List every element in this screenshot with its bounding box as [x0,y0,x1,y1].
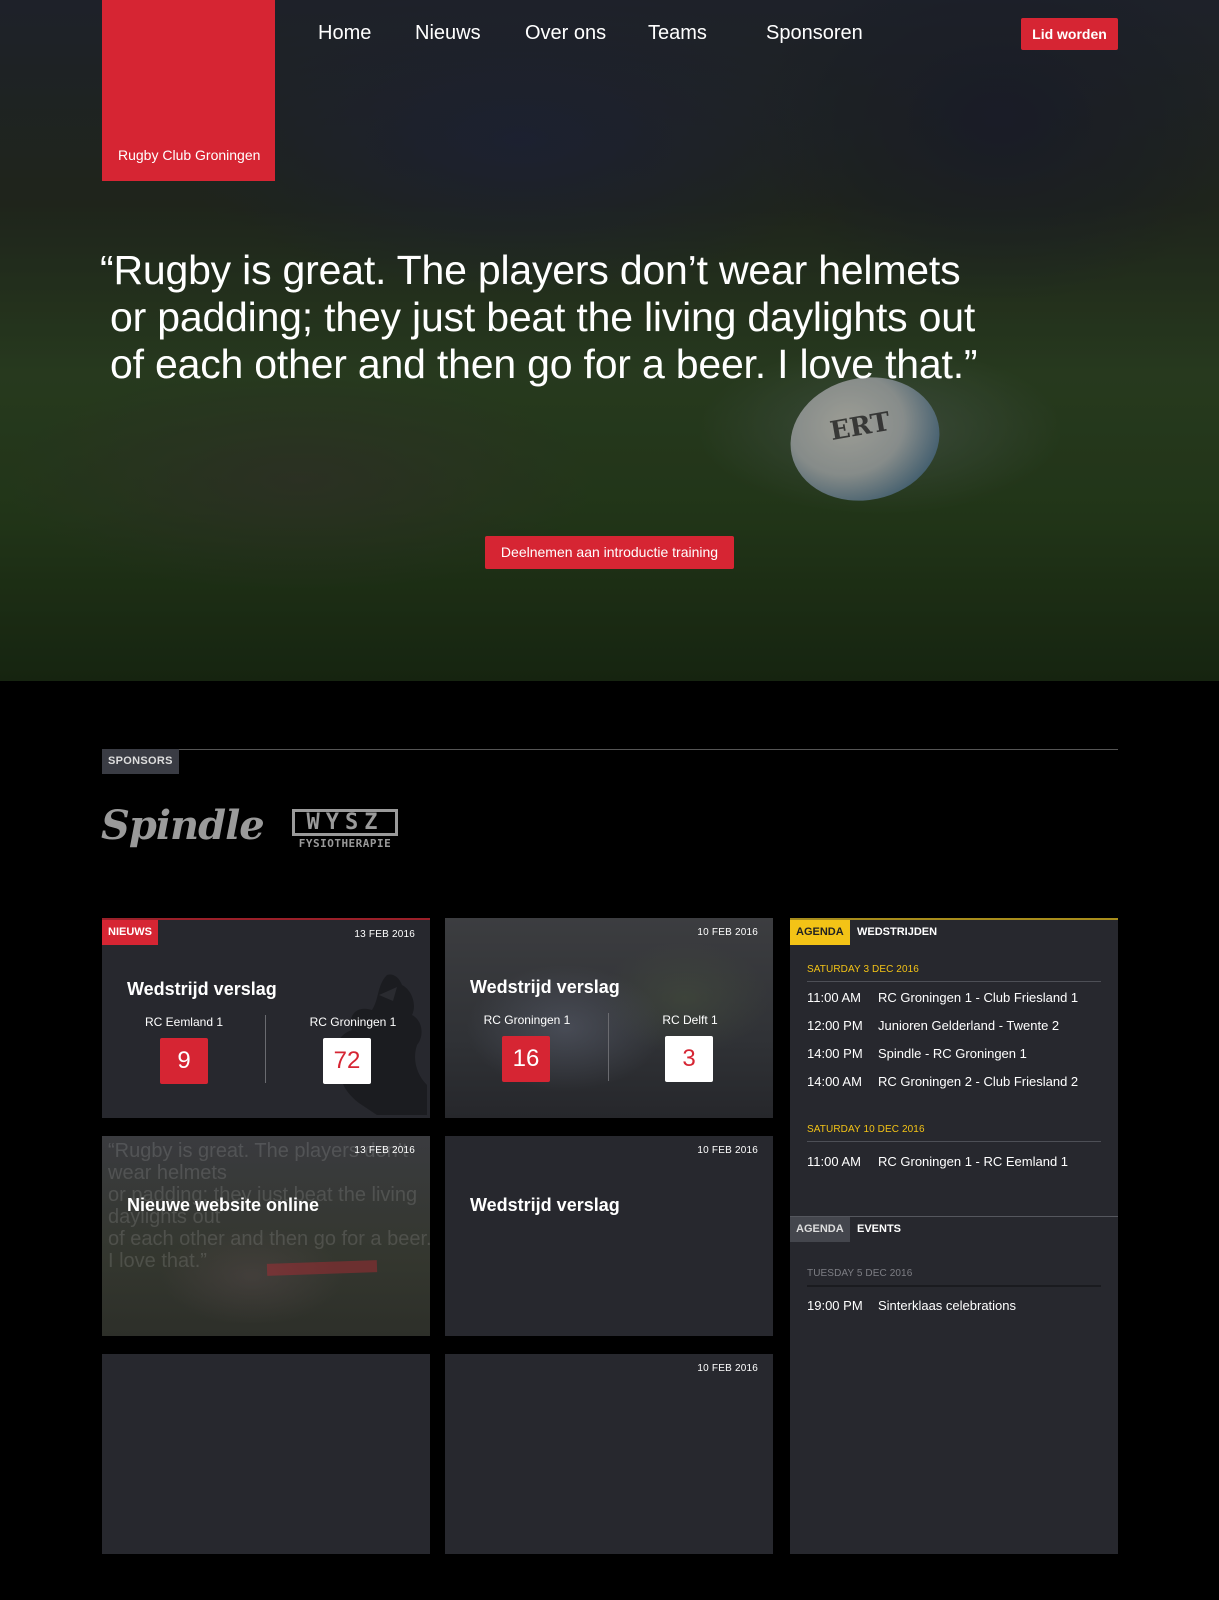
card-title: Nieuwe website online [127,1195,320,1215]
quote-line: of each other and then go for a beer. I … [110,341,978,387]
event-time: 11:00 AM [807,1154,861,1169]
away-score: 72 [323,1038,371,1084]
quote-line: “Rugby is great. The players don’t wear … [100,247,961,293]
tab-events[interactable]: EVENTS [851,1217,907,1242]
card-date: 10 FEB 2016 [697,1363,758,1374]
ball-print: ERT [827,406,893,448]
agenda-tab-label[interactable]: AGENDA [790,1217,850,1242]
nav-sponsoren[interactable]: Sponsoren [766,22,863,45]
card-date: 10 FEB 2016 [697,927,758,938]
event-time: 11:00 AM [807,990,861,1005]
agenda-tab-label[interactable]: AGENDA [790,920,850,945]
home-score: 9 [160,1038,208,1084]
home-team: RC Eemland 1 [144,1015,224,1029]
agenda-day-rule [807,1285,1101,1287]
intro-training-button[interactable]: Deelnemen aan introductie training [485,536,734,569]
nav-home[interactable]: Home [318,22,371,45]
event-time: 12:00 PM [807,1018,863,1033]
event-title[interactable]: Junioren Gelderland - Twente 2 [878,1018,1059,1033]
card-title: Wedstrijd verslag [470,977,620,997]
away-team: RC Groningen 1 [309,1015,397,1029]
agenda-day-rule [807,1141,1101,1142]
event-title[interactable]: RC Groningen 1 - Club Friesland 1 [878,990,1078,1005]
nav-nieuws[interactable]: Nieuws [415,22,481,45]
score-divider [608,1013,609,1081]
event-time: 14:00 PM [807,1046,863,1061]
nav-over-ons[interactable]: Over ons [525,22,606,45]
news-card[interactable]: 10 FEB 2016 Wedstrijd verslag [445,1136,773,1336]
away-score: 3 [665,1036,713,1082]
news-card[interactable]: NIEUWS 13 FEB 2016 Wedstrijd verslag RC … [102,918,430,1118]
wysz-subtitle: FYSIOTHERAPIE [298,837,392,850]
news-card[interactable]: 10 FEB 2016 [445,1354,773,1554]
agenda-day: SATURDAY 3 DEC 2016 [807,964,919,975]
agenda-day: SATURDAY 10 DEC 2016 [807,1124,925,1135]
sponsor-logo-spindle[interactable]: Spindle [101,802,265,849]
join-button[interactable]: Lid worden [1021,18,1118,50]
hero-section: ERT Rugby Club Groningen Home Nieuws Ove… [0,0,1219,681]
agenda-day-rule [807,981,1101,982]
quote-line: or padding; they just beat the living da… [110,294,976,340]
card-date: 13 FEB 2016 [354,1145,415,1156]
home-team: RC Groningen 1 [483,1013,571,1027]
agenda-panel: AGENDA WEDSTRIJDEN SATURDAY 3 DEC 2016 1… [790,918,1118,1554]
wysz-wordmark: WYSZ [292,809,398,836]
news-card[interactable]: 10 FEB 2016 Wedstrijd verslag RC Groning… [445,918,773,1118]
home-score: 16 [502,1036,550,1082]
sponsors-divider [102,749,1118,750]
nav-teams[interactable]: Teams [648,22,707,45]
sponsor-logo-wysz[interactable]: WYSZ FYSIOTHERAPIE [292,809,398,851]
event-time: 14:00 AM [807,1074,862,1089]
news-card[interactable]: “Rugby is great. The players don’t wear … [102,1136,430,1336]
event-title[interactable]: RC Groningen 2 - Club Friesland 2 [878,1074,1078,1089]
card-date: 10 FEB 2016 [697,1145,758,1156]
agenda-day: TUESDAY 5 DEC 2016 [807,1268,913,1279]
card-title: Wedstrijd verslag [127,979,277,999]
news-tag: NIEUWS [102,920,158,945]
away-team: RC Delft 1 [662,1013,718,1027]
card-date: 13 FEB 2016 [354,929,415,940]
score-divider [265,1015,266,1083]
club-name: Rugby Club Groningen [118,147,261,163]
event-title[interactable]: Sinterklaas celebrations [878,1298,1016,1313]
sponsors-label: SPONSORS [102,749,179,774]
card-title: Wedstrijd verslag [470,1195,620,1215]
event-title[interactable]: RC Groningen 1 - RC Eemland 1 [878,1154,1068,1169]
card-thumbnail-button [266,1260,378,1276]
tab-wedstrijden[interactable]: WEDSTRIJDEN [851,920,943,945]
event-time: 19:00 PM [807,1298,863,1313]
hero-quote: “Rugby is great. The players don’t wear … [100,247,980,388]
news-card[interactable] [102,1354,430,1554]
event-title[interactable]: Spindle - RC Groningen 1 [878,1046,1027,1061]
